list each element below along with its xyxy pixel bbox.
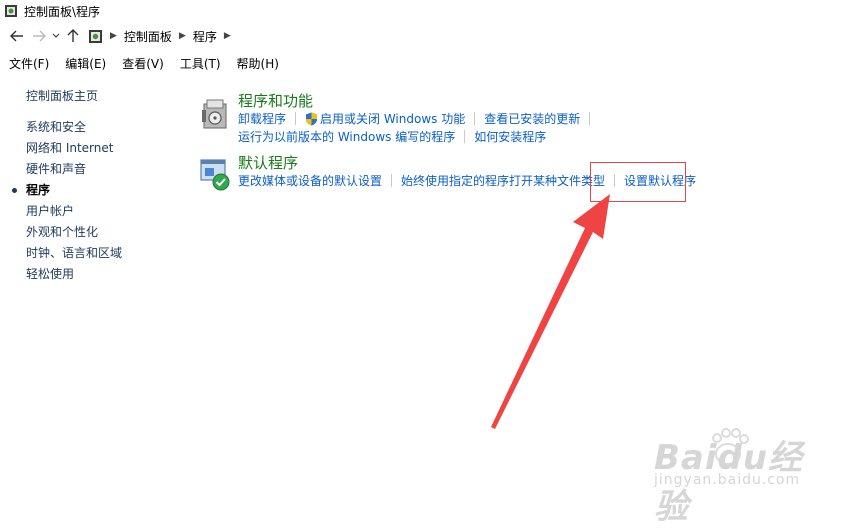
watermark-url: jingyan.baidu.com — [654, 472, 801, 488]
watermark: Baidu经验 jingyan.baidu.com — [648, 420, 838, 527]
